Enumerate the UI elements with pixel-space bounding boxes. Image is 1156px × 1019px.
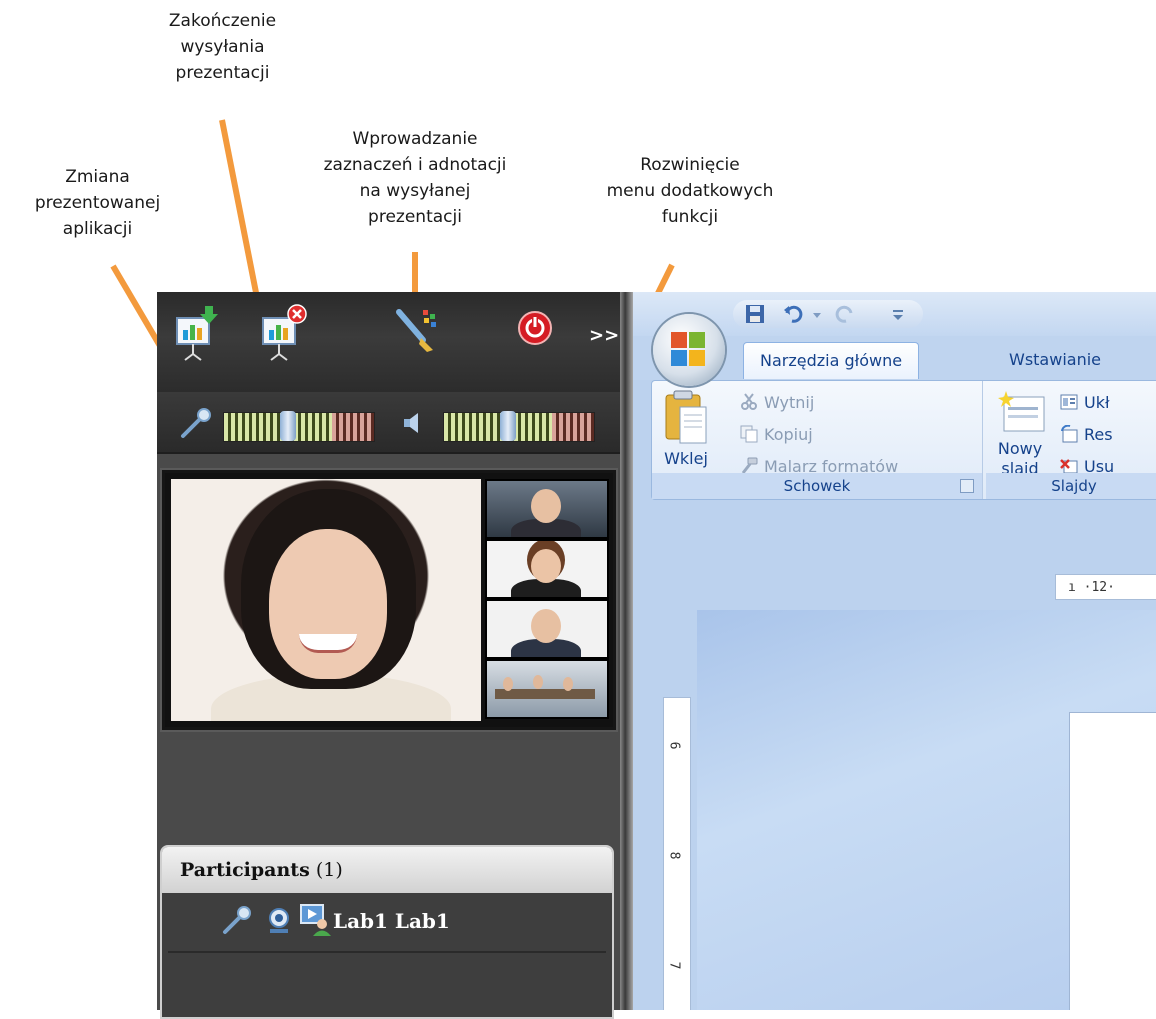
callout-line: prezentowanej [34,193,161,213]
quick-access-toolbar [733,300,923,328]
participants-header[interactable]: Participants (1) [162,847,612,893]
reset-icon [1060,424,1078,443]
speaker-level-slider[interactable] [443,411,595,442]
save-icon[interactable] [745,304,765,324]
callout-annotations: Wprowadzanie zaznaczeń i adnotacji na wy… [300,126,530,230]
webcam-icon [266,907,292,935]
callout-stop-sending: Zakończenie wysyłania prezentacji [150,8,295,86]
copy-label: Kopiuj [764,425,813,444]
tab-home[interactable]: Narzędzia główne [743,342,920,379]
ribbon: Wklej Wytnij Kopiuj Malarz formatów Scho… [651,380,1156,500]
ruler-mark: 7 [666,961,682,970]
change-app-icon[interactable] [175,304,219,361]
dialog-launcher-icon[interactable] [960,479,974,493]
presenter-icon [300,903,332,937]
thumb-table [495,689,595,699]
slides-group-label: Slajdy [986,473,1156,499]
undo-icon[interactable] [783,304,803,324]
vertical-ruler: 6 8 7 [663,697,691,1010]
undo-dropdown-icon[interactable] [811,304,823,324]
callout-line: Zakończenie [168,11,277,31]
customize-qat-icon[interactable] [891,304,905,324]
video-person-face [269,529,387,679]
powerpoint-window: Narzędzia główne Wstawianie Wklej Wytnij… [633,292,1156,1010]
paste-icon[interactable] [664,389,708,447]
paste-button[interactable]: Wklej [662,449,710,468]
callout-change-app: Zmiana prezentowanej aplikacji [25,164,170,242]
new-slide-label-1: Nowy [997,439,1043,458]
ruler-mark: 6 [666,741,682,750]
cut-label: Wytnij [764,393,815,412]
speaker-icon[interactable] [400,410,426,436]
stop-presentation-icon[interactable] [261,304,307,361]
video-panel [162,470,616,730]
callout-line: Zmiana [65,167,130,187]
video-thumbnail[interactable] [485,539,609,599]
slider-knob[interactable] [500,411,516,441]
tab-insert[interactable]: Wstawianie [1009,342,1101,378]
office-button[interactable] [653,314,725,386]
layout-button[interactable]: Ukł [1060,393,1110,412]
callout-line: aplikacji [62,219,133,239]
ruler-mark: 8 [666,851,682,860]
level-red-zone [332,413,374,441]
callout-line: Rozwinięcie [640,155,740,175]
callout-line: funkcji [661,207,719,227]
participants-count: (1) [315,859,343,881]
new-slide-icon[interactable] [998,389,1046,439]
copy-button[interactable]: Kopiuj [740,425,813,444]
microphone-level-slider[interactable] [223,411,375,442]
callout-line: zaznaczeń i adnotacji [323,155,507,175]
scissors-icon [740,393,758,411]
callout-line: wysyłania [180,37,265,57]
horizontal-ruler: ı ·12· [1055,574,1156,600]
clipboard-group: Wklej Wytnij Kopiuj Malarz formatów Scho… [652,381,983,499]
participant-row[interactable]: Lab1 Lab1 [168,893,606,953]
cut-button[interactable]: Wytnij [740,393,814,412]
video-thumbnail[interactable] [485,659,609,719]
thumb-head [531,609,561,643]
callout-line: prezentacji [368,207,462,227]
slider-knob[interactable] [280,411,296,441]
thumb-head [503,677,513,691]
participants-title: Participants [180,859,310,881]
video-thumbnail[interactable] [485,479,609,539]
slides-group: Nowy slajd Ukł Res Usu Slajdy [986,381,1156,499]
more-functions-button[interactable]: >> [589,324,619,348]
thumb-head [533,675,543,689]
callout-line: menu dodatkowych [606,181,774,201]
clipboard-group-label: Schowek [652,473,982,499]
layout-label: Ukł [1084,393,1110,412]
reset-button[interactable]: Res [1060,424,1113,444]
layout-icon [1060,393,1078,411]
audio-controls [157,392,620,454]
thumb-head [531,489,561,523]
callout-line: Wprowadzanie [352,129,478,149]
annotation-brush-icon[interactable] [393,306,437,352]
presentation-toolbar: >> [157,292,620,392]
video-thumbnail[interactable] [485,599,609,659]
reset-label: Res [1084,425,1113,444]
power-icon[interactable] [517,310,561,354]
callout-line: prezentacji [175,63,270,83]
callout-more-menu: Rozwinięcie menu dodatkowych funkcji [585,152,795,230]
callout-line: na wysyłanej [359,181,471,201]
slide-editing-area[interactable] [697,610,1156,1010]
panel-splitter[interactable] [620,292,633,1010]
office-logo-icon [671,332,707,368]
thumb-head [563,677,573,691]
slide-canvas[interactable] [1069,712,1156,1010]
thumb-head [531,549,561,583]
main-video[interactable] [171,479,481,721]
microphone-icon[interactable] [179,406,213,440]
redo-icon[interactable] [835,304,855,324]
participants-panel: Participants (1) Lab1 Lab1 [160,845,614,1019]
microphone-icon [222,905,252,935]
conference-panel: >> Participants (1) Lab1 Lab1 [157,292,620,1019]
level-red-zone [552,413,594,441]
copy-icon [740,425,758,443]
participant-name: Lab1 Lab1 [333,909,450,933]
